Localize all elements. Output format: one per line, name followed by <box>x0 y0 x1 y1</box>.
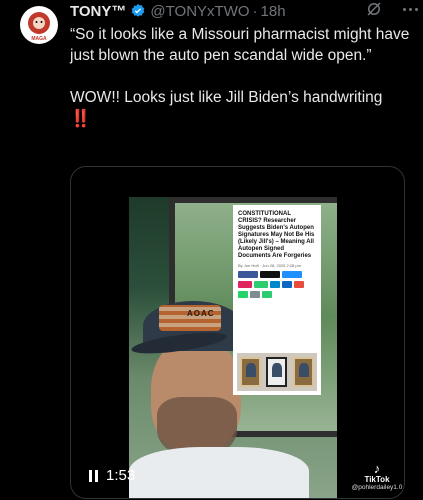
share-gettr-icon <box>238 281 252 288</box>
tweet-paragraph-2: WOW!! Looks just like Jill Biden’s handw… <box>70 87 415 130</box>
share-whatsapp-icon <box>238 291 248 298</box>
more-options-icon[interactable] <box>403 2 421 16</box>
verified-badge-icon <box>132 4 145 17</box>
playback-controls: 1:53 <box>89 467 135 484</box>
tweet-paragraph-1: “So it looks like a Missouri pharmacist … <box>70 26 410 64</box>
video-player[interactable]: AOAC CONSTITUTIONAL CRISIS? Researcher S… <box>70 166 405 499</box>
share-buttons-row-1 <box>238 271 316 278</box>
lion-logo-icon: MAGA <box>28 12 50 42</box>
author-name[interactable]: TONY™ <box>70 3 126 20</box>
double-exclamation-emoji: ‼️ <box>70 109 92 128</box>
video-duration: 1:53 <box>106 467 136 484</box>
share-buttons-row-2 <box>238 281 316 288</box>
timestamp[interactable]: 18h <box>261 3 286 20</box>
document-frame-1 <box>239 357 261 387</box>
article-title: CONSTITUTIONAL CRISIS? Researcher Sugges… <box>238 211 315 259</box>
person-shirt <box>129 447 309 498</box>
tweet-header: TONY™ @TONYxTWO · 18h <box>70 2 411 20</box>
author-handle[interactable]: @TONYxTWO <box>150 3 249 20</box>
tweet-paragraph-2-text: WOW!! Looks just like Jill Biden’s handw… <box>70 89 383 106</box>
share-reddit-icon <box>294 281 304 288</box>
share-linkedin-icon <box>282 281 292 288</box>
share-link-icon <box>270 281 280 288</box>
autopen-documents-image <box>237 353 317 391</box>
tweet-text: “So it looks like a Missouri pharmacist … <box>70 24 415 130</box>
article-screenshot: CONSTITUTIONAL CRISIS? Researcher Sugges… <box>233 205 321 395</box>
share-buttons-row-3 <box>238 291 316 298</box>
grok-icon[interactable] <box>365 0 383 18</box>
separator: · <box>252 2 258 20</box>
tiktok-watermark: ♪ TikTok @pohlerdailey1.0 <box>351 462 403 491</box>
avatar-text: MAGA <box>31 36 47 42</box>
document-frame-3 <box>293 357 315 387</box>
share-sms-icon <box>262 291 272 298</box>
share-x-icon <box>260 271 280 278</box>
video-frame[interactable]: AOAC CONSTITUTIONAL CRISIS? Researcher S… <box>129 197 337 498</box>
tiktok-brand: TikTok <box>364 475 390 484</box>
share-telegram-icon <box>282 271 302 278</box>
article-byline: By Joe Hoft · Jun 28, 2025 2:28 pm <box>238 263 301 268</box>
document-frame-2 <box>266 357 288 387</box>
share-facebook-icon <box>238 271 258 278</box>
tiktok-handle: @pohlerdailey1.0 <box>351 484 403 491</box>
tiktok-logo-icon: ♪ <box>373 461 381 476</box>
pause-icon[interactable] <box>89 469 98 482</box>
share-email-icon <box>250 291 260 298</box>
cap-text: AOAC <box>187 309 215 318</box>
avatar[interactable]: MAGA <box>20 6 58 44</box>
share-rumble-icon <box>254 281 268 288</box>
